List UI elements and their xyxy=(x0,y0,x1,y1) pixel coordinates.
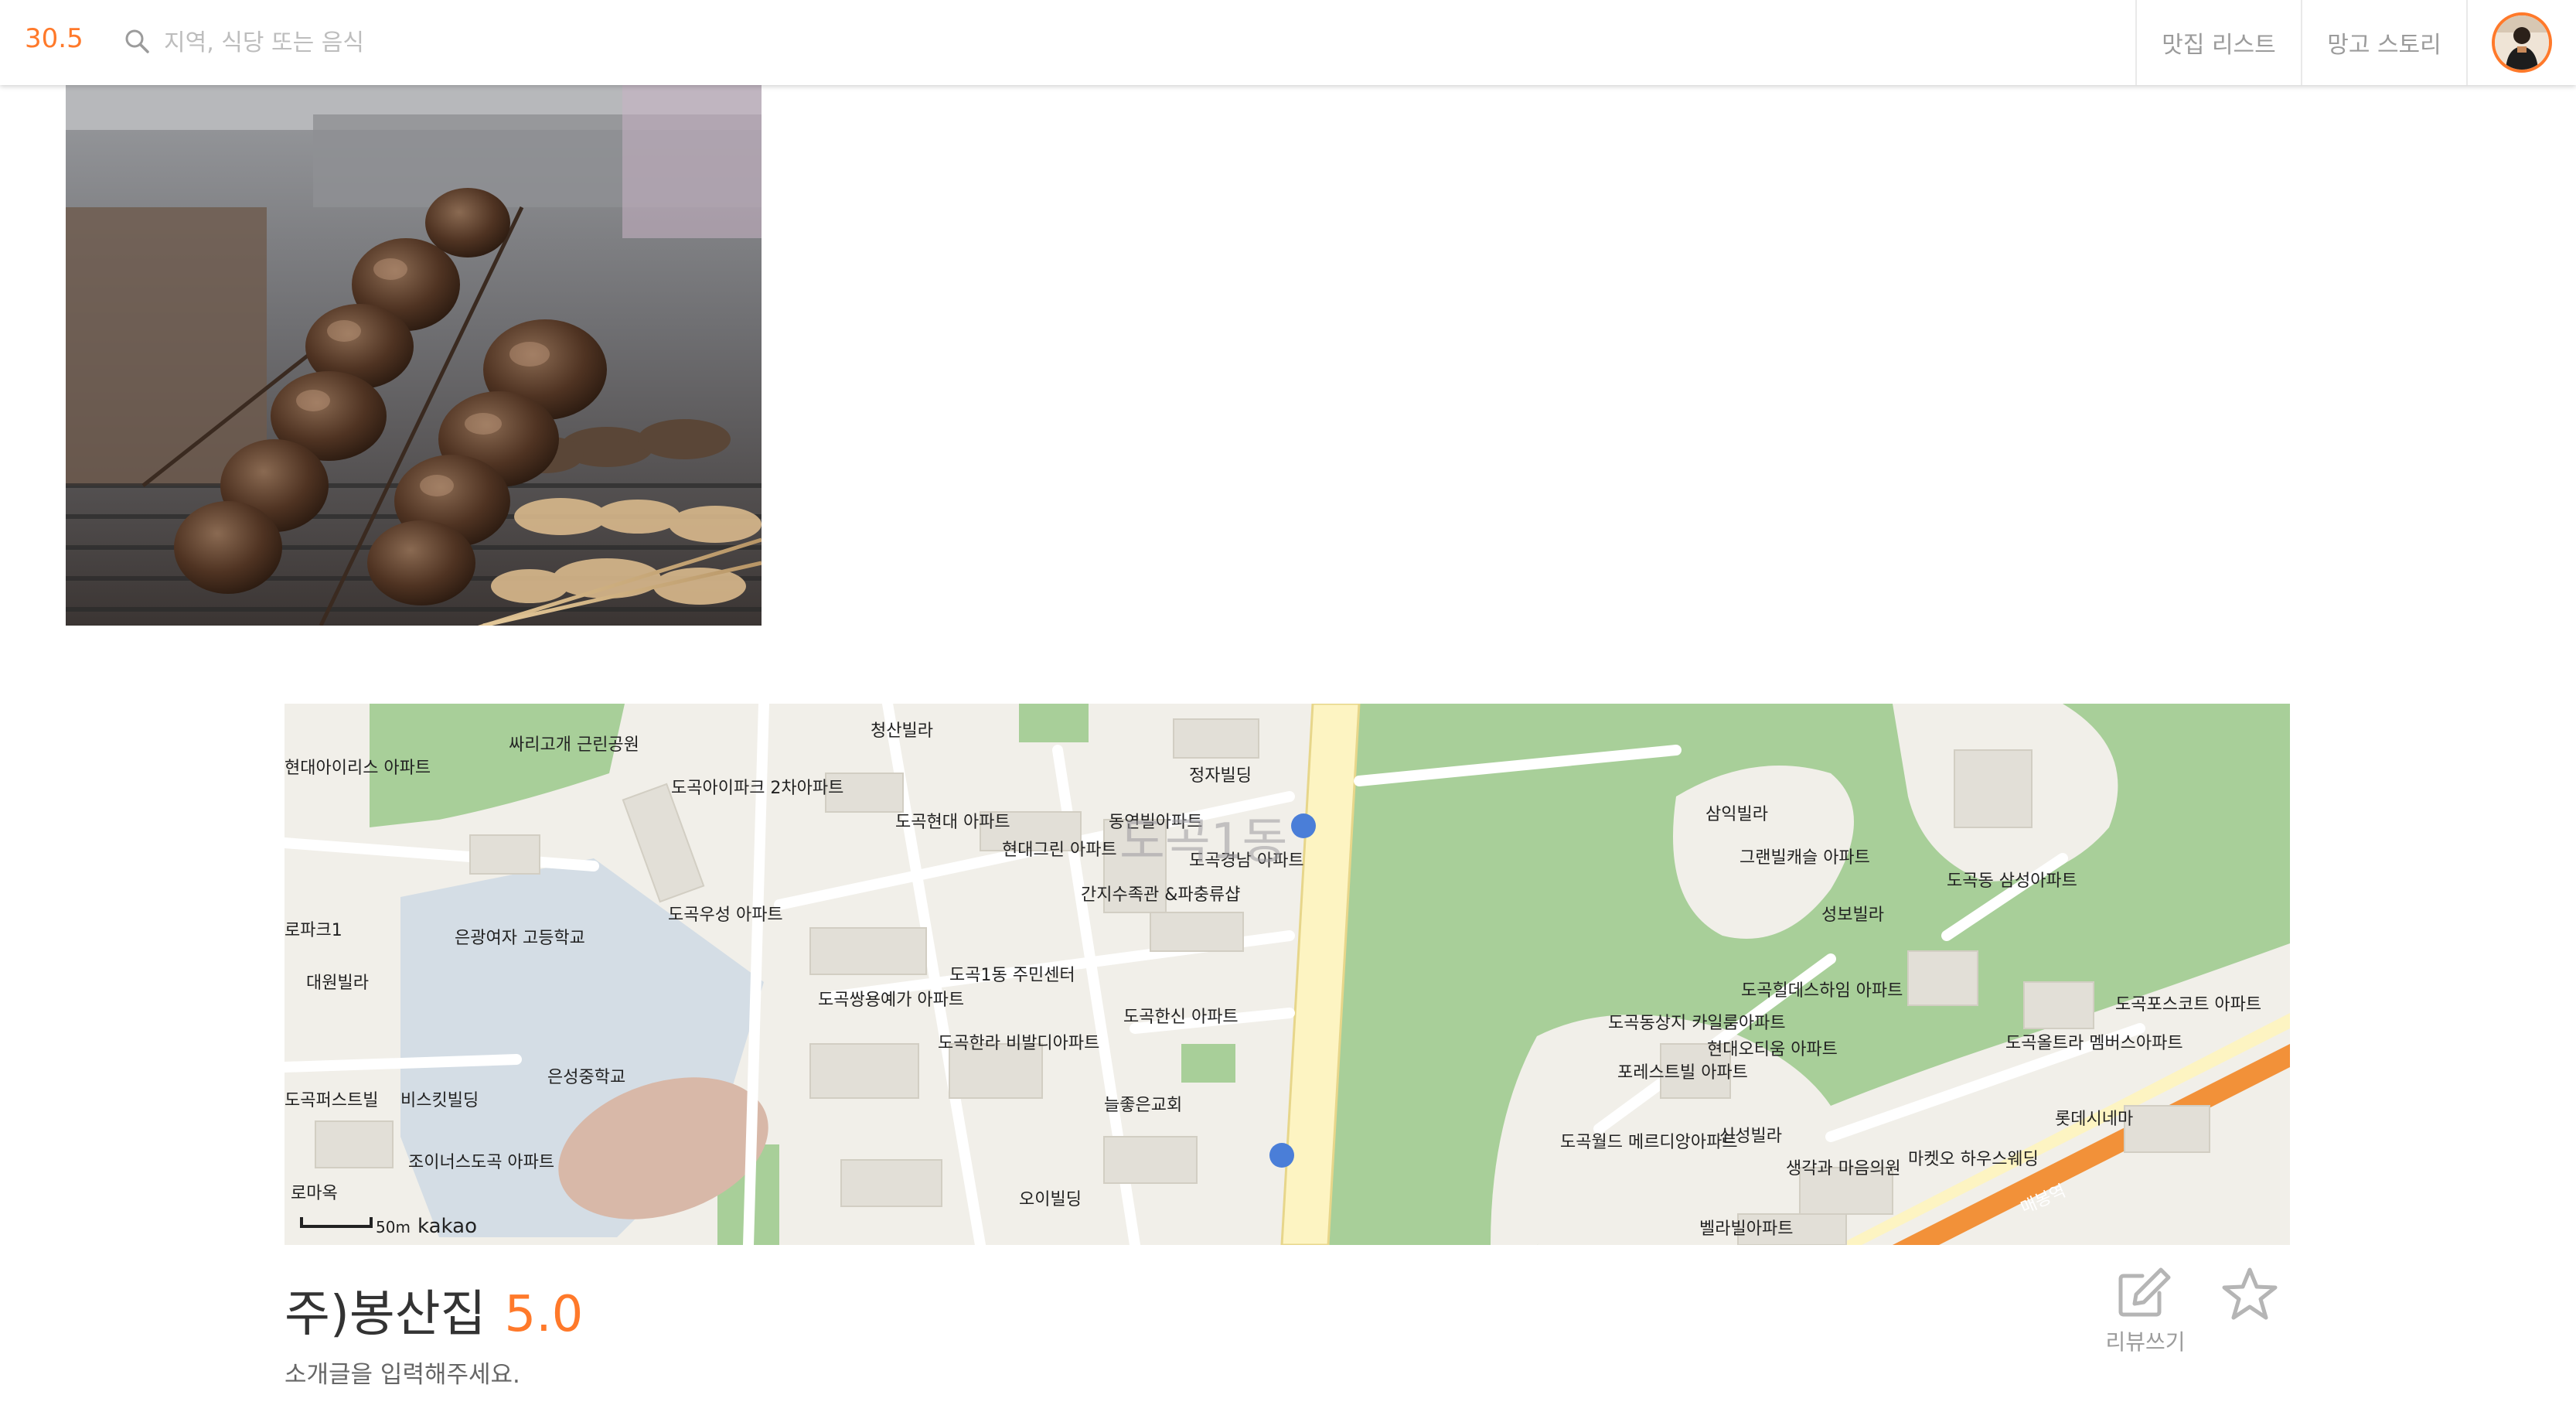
avatar[interactable] xyxy=(2492,12,2552,73)
map-label: 도곡한신 아파트 xyxy=(1123,1008,1239,1027)
map-label: 성보빌라 xyxy=(1821,906,1884,925)
map-label: 로파크1 xyxy=(285,921,342,940)
map-label: 싸리고개 근린공원 xyxy=(509,735,639,755)
map-label: 도곡1동 주민센터 xyxy=(949,966,1075,985)
map-label: 삼익빌라 xyxy=(1705,805,1768,824)
write-review-button[interactable]: 리뷰쓰기 xyxy=(2095,1265,2196,1358)
map-label: 도곡동상지 카일룸아파트 xyxy=(1608,1014,1786,1033)
map-label: 도곡포스코트 아파트 xyxy=(2115,995,2261,1015)
map-label: 도곡아이파크 2차아파트 xyxy=(671,779,843,798)
restaurant-score: 5.0 xyxy=(504,1286,584,1343)
map-label: 도곡힐데스하임 아파트 xyxy=(1741,981,1903,1001)
search-input[interactable] xyxy=(162,26,660,59)
grilled-skewers-image xyxy=(66,84,762,626)
map-label: 신성빌라 xyxy=(1719,1127,1782,1146)
write-review-label: 리뷰쓰기 xyxy=(2105,1329,2186,1355)
map-image: 청산빌라 정자빌딩 동연빌아파트 도곡아이파크 2차아파트 도곡현대 아파트 현… xyxy=(285,704,2290,1245)
restaurant-photo[interactable] xyxy=(66,84,762,626)
svg-text:kakao: kakao xyxy=(417,1215,477,1238)
nav-user[interactable] xyxy=(2466,0,2576,85)
svg-text:50m: 50m xyxy=(376,1218,411,1236)
avatar-image xyxy=(2495,15,2549,70)
map-label: 도곡현대 아파트 xyxy=(895,813,1010,832)
map-label: 정자빌딩 xyxy=(1189,766,1252,786)
search-bar[interactable] xyxy=(124,22,665,63)
map-label: 조이너스도곡 아파트 xyxy=(408,1153,554,1172)
map-label: 마켓오 하우스웨딩 xyxy=(1908,1150,2039,1169)
map-label: 도곡월드 메르디앙아파트 xyxy=(1560,1133,1738,1152)
map-label: 포레스트빌 아파트 xyxy=(1617,1063,1748,1083)
search-icon xyxy=(125,29,149,53)
map-label: 청산빌라 xyxy=(871,721,933,741)
map-label: 현대그린 아파트 xyxy=(1002,841,1117,860)
map-label: 그랜빌캐슬 아파트 xyxy=(1739,848,1870,868)
map-label: 벨라빌아파트 xyxy=(1699,1219,1793,1239)
map-label: 도곡퍼스트빌 xyxy=(285,1091,378,1110)
map-label: 도곡한라 비발디아파트 xyxy=(938,1034,1099,1053)
map-label: 롯데시네마 xyxy=(2055,1110,2133,1129)
nav-mango-story[interactable]: 망고 스토리 xyxy=(2301,0,2466,85)
top-header: 30.5 맛집 리스트 망고 스토리 xyxy=(0,0,2576,85)
restaurant-name: 주)봉산집 xyxy=(285,1286,486,1343)
top-nav: 맛집 리스트 망고 스토리 xyxy=(2135,0,2576,85)
pencil-edit-icon xyxy=(2118,1267,2171,1317)
location-map[interactable]: 청산빌라 정자빌딩 동연빌아파트 도곡아이파크 2차아파트 도곡현대 아파트 현… xyxy=(285,704,2290,1245)
map-label: 도곡쌍용예가 아파트 xyxy=(818,991,964,1010)
restaurant-title-row: 주)봉산집 5.0 xyxy=(285,1274,583,1343)
map-label: 생각과 마음의원 xyxy=(1786,1159,1901,1178)
map-label: 비스킷빌딩 xyxy=(400,1091,479,1110)
map-label: 늘좋은교회 xyxy=(1104,1096,1182,1115)
map-label: 도곡우성 아파트 xyxy=(668,906,783,925)
map-label: 현대오티움 아파트 xyxy=(1707,1040,1838,1059)
map-label: 은광여자 고등학교 xyxy=(455,929,585,948)
map-label: 도곡올트라 멤버스아파트 xyxy=(2005,1034,2183,1053)
map-label: 도곡동 삼성아파트 xyxy=(1947,871,2077,891)
map-label: 대원빌라 xyxy=(306,974,369,993)
map-label: 로마옥 xyxy=(291,1184,338,1203)
map-label: 은성중학교 xyxy=(547,1068,625,1087)
logo[interactable]: 30.5 xyxy=(25,23,83,54)
restaurant-intro: 소개글을 입력해주세요. xyxy=(285,1361,520,1389)
star-icon xyxy=(2222,1267,2278,1320)
nav-matzip-list[interactable]: 맛집 리스트 xyxy=(2135,0,2301,85)
map-label: 현대아이리스 아파트 xyxy=(285,759,431,778)
map-district-label: 도곡1동 xyxy=(1119,813,1287,871)
map-label: 오이빌딩 xyxy=(1019,1190,1082,1209)
wishlist-star-button[interactable] xyxy=(2220,1265,2282,1327)
map-label: 간지수족관 &파충류샵 xyxy=(1081,885,1240,905)
